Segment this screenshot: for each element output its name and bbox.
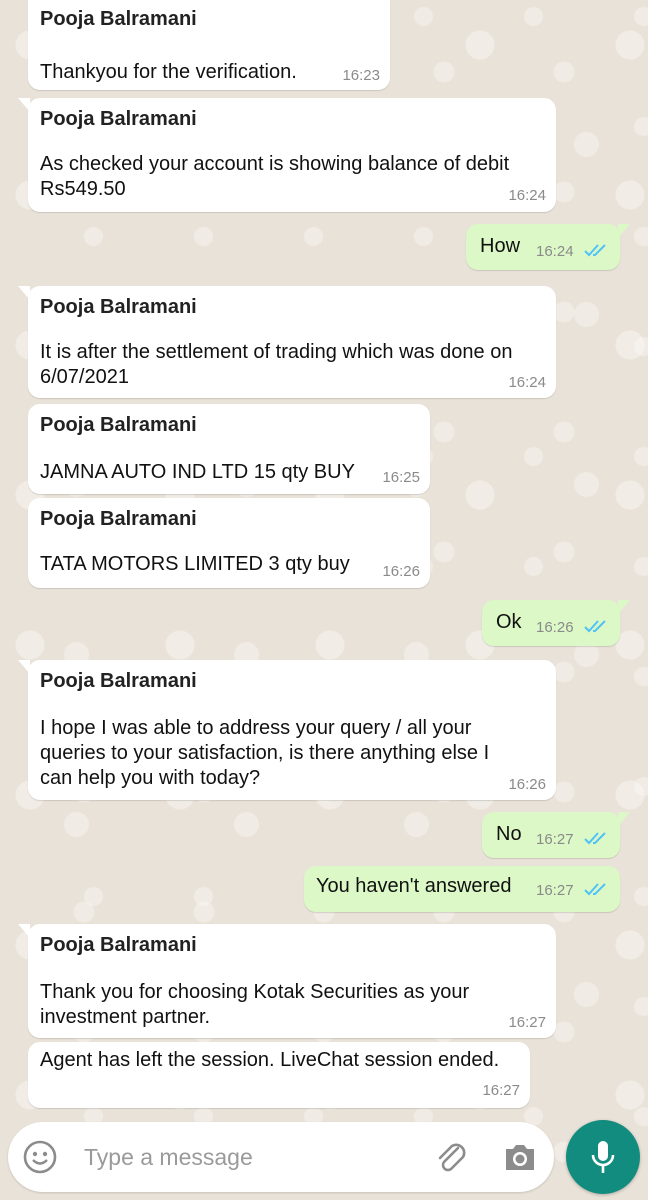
voice-message-button[interactable] bbox=[566, 1120, 640, 1194]
message-time: 16:26 bbox=[536, 619, 574, 636]
message-incoming[interactable]: Pooja Balramani As checked your account … bbox=[18, 98, 556, 212]
message-text: It is after the settlement of trading wh… bbox=[40, 341, 513, 388]
message-incoming[interactable]: Pooja Balramani TATA MOTORS LIMITED 3 qt… bbox=[28, 498, 430, 588]
mic-icon bbox=[591, 1141, 615, 1173]
message-time: 16:24 bbox=[536, 243, 574, 260]
message-text: Agent has left the session. LiveChat ses… bbox=[40, 1049, 500, 1071]
message-incoming[interactable]: Pooja Balramani Thankyou for the verific… bbox=[28, 0, 390, 90]
message-incoming[interactable]: Pooja Balramani JAMNA AUTO IND LTD 15 qt… bbox=[28, 404, 430, 494]
message-text: As checked your account is showing balan… bbox=[40, 153, 510, 200]
attach-icon[interactable] bbox=[432, 1138, 470, 1176]
message-text: TATA MOTORS LIMITED 3 qty buy bbox=[40, 553, 350, 575]
message-text: JAMNA AUTO IND LTD 15 qty BUY bbox=[40, 461, 355, 483]
message-text: Thank you for choosing Kotak Securities … bbox=[40, 981, 470, 1028]
message-time: 16:24 bbox=[508, 374, 546, 391]
message-time: 16:27 bbox=[482, 1082, 520, 1099]
message-time: 16:26 bbox=[382, 563, 420, 580]
message-incoming[interactable]: Pooja Balramani It is after the settleme… bbox=[18, 286, 556, 398]
message-text: Thankyou for the verification. bbox=[40, 61, 297, 83]
message-time: 16:26 bbox=[508, 776, 546, 793]
message-time: 16:24 bbox=[508, 187, 546, 204]
message-incoming[interactable]: Pooja Balramani Thank you for choosing K… bbox=[18, 924, 556, 1038]
message-sender: Pooja Balramani bbox=[40, 296, 197, 318]
message-sender: Pooja Balramani bbox=[40, 670, 197, 692]
message-outgoing[interactable]: No 16:27 bbox=[482, 812, 630, 858]
read-receipt-icon bbox=[584, 244, 606, 257]
message-list[interactable]: Pooja Balramani Thankyou for the verific… bbox=[0, 0, 648, 1120]
read-receipt-icon bbox=[584, 620, 606, 633]
message-incoming[interactable]: Pooja Balramani I hope I was able to add… bbox=[18, 660, 556, 800]
message-time: 16:27 bbox=[508, 1014, 546, 1031]
message-outgoing[interactable]: You haven't answered 16:27 bbox=[304, 866, 620, 912]
message-outgoing[interactable]: How 16:24 bbox=[466, 224, 630, 270]
message-incoming[interactable]: Agent has left the session. LiveChat ses… bbox=[28, 1042, 530, 1108]
message-input[interactable]: Type a message bbox=[84, 1144, 253, 1171]
message-text: No bbox=[496, 823, 522, 845]
message-sender: Pooja Balramani bbox=[40, 414, 197, 436]
message-sender: Pooja Balramani bbox=[40, 508, 197, 530]
camera-icon[interactable] bbox=[502, 1140, 538, 1174]
message-text: How bbox=[480, 235, 521, 257]
message-sender: Pooja Balramani bbox=[40, 934, 197, 956]
message-text: Ok bbox=[496, 611, 522, 633]
message-text: You haven't answered bbox=[316, 875, 512, 897]
emoji-icon[interactable] bbox=[22, 1139, 58, 1175]
message-time: 16:27 bbox=[536, 882, 574, 899]
read-receipt-icon bbox=[584, 832, 606, 845]
message-composer[interactable]: Type a message bbox=[8, 1122, 554, 1192]
message-time: 16:27 bbox=[536, 831, 574, 848]
message-sender: Pooja Balramani bbox=[40, 8, 197, 30]
message-time: 16:23 bbox=[342, 67, 380, 84]
message-text: I hope I was able to address your query … bbox=[40, 717, 490, 789]
read-receipt-icon bbox=[584, 883, 606, 896]
message-time: 16:25 bbox=[382, 469, 420, 486]
message-outgoing[interactable]: Ok 16:26 bbox=[482, 600, 630, 646]
message-sender: Pooja Balramani bbox=[40, 108, 197, 130]
